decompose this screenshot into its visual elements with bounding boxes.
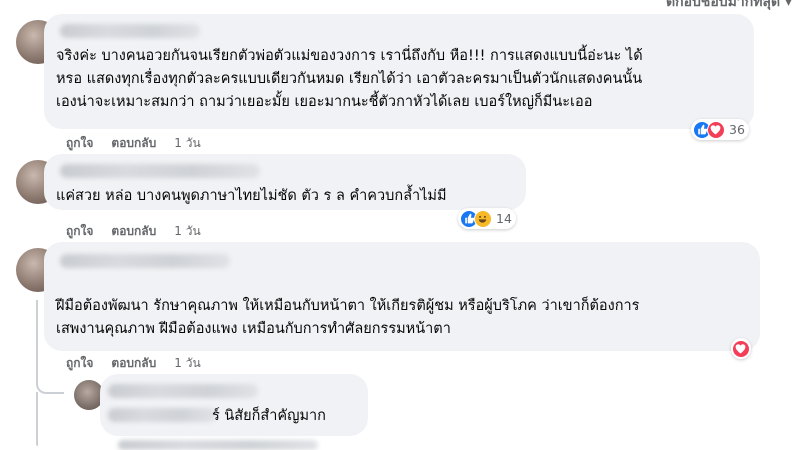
sort-comments-dropdown[interactable]: ตกอบชอบมากที่สุด ▾ xyxy=(666,0,792,13)
reply-button[interactable]: ตอบกลับ xyxy=(111,222,156,241)
reaction-summary[interactable] xyxy=(731,338,751,359)
comment-actions: ถูกใจ ตอบกลับ 1 วัน xyxy=(66,134,201,153)
reply-thread-connector xyxy=(36,392,38,446)
comment-bubble: จริงค่ะ บางคนอวยกันจนเรียกตัวพ่อตัวแม่ขอ… xyxy=(44,14,754,129)
comment-timestamp[interactable]: 1 วัน xyxy=(174,354,200,373)
reply-button[interactable]: ตอบกลับ xyxy=(111,134,156,153)
reply-text: ร์ นิสัยก็สำคัญมาก xyxy=(212,408,326,424)
comment-actions: ถูกใจ ตอบกลับ 1 วัน xyxy=(66,222,201,241)
comment-bubble: แค่สวย หล่อ บางคนพูดภาษาไทยไม่ชัด ตัว ร … xyxy=(44,154,526,210)
reply-bubble: ร์ นิสัยก็สำคัญมาก xyxy=(100,374,368,436)
comment-author-name[interactable] xyxy=(60,254,230,268)
comment-timestamp[interactable]: 1 วัน xyxy=(174,134,200,153)
love-reaction-icon xyxy=(732,339,750,358)
haha-reaction-icon xyxy=(474,209,492,228)
comment-timestamp[interactable]: 1 วัน xyxy=(174,222,200,241)
reply-author-name[interactable] xyxy=(108,384,258,398)
like-button[interactable]: ถูกใจ xyxy=(66,354,93,373)
comment-author-name[interactable] xyxy=(60,24,200,38)
reply-actions-partial xyxy=(118,440,318,450)
comment-text: ฝีมือต้องพัฒนา รักษาคุณภาพ ให้เหมือนกับห… xyxy=(56,298,640,337)
reaction-summary[interactable]: 14 xyxy=(458,208,516,229)
comment-text: จริงค่ะ บางคนอวยกันจนเรียกตัวพ่อตัวแม่ขอ… xyxy=(56,48,643,110)
reply-button[interactable]: ตอบกลับ xyxy=(111,354,156,373)
comment-author-name[interactable] xyxy=(60,164,260,178)
like-button[interactable]: ถูกใจ xyxy=(66,222,93,241)
reaction-count: 14 xyxy=(496,211,512,226)
comment-bubble: ฝีมือต้องพัฒนา รักษาคุณภาพ ให้เหมือนกับห… xyxy=(44,242,760,351)
love-reaction-icon xyxy=(707,120,725,139)
comment-text: แค่สวย หล่อ บางคนพูดภาษาไทยไม่ชัด ตัว ร … xyxy=(56,188,447,204)
reply-thread-connector xyxy=(36,300,64,394)
reaction-count: 36 xyxy=(729,122,745,137)
reaction-summary[interactable]: 36 xyxy=(691,119,749,140)
like-button[interactable]: ถูกใจ xyxy=(66,134,93,153)
reply-text-redacted xyxy=(108,408,216,422)
comment-actions: ถูกใจ ตอบกลับ 1 วัน xyxy=(66,354,201,373)
